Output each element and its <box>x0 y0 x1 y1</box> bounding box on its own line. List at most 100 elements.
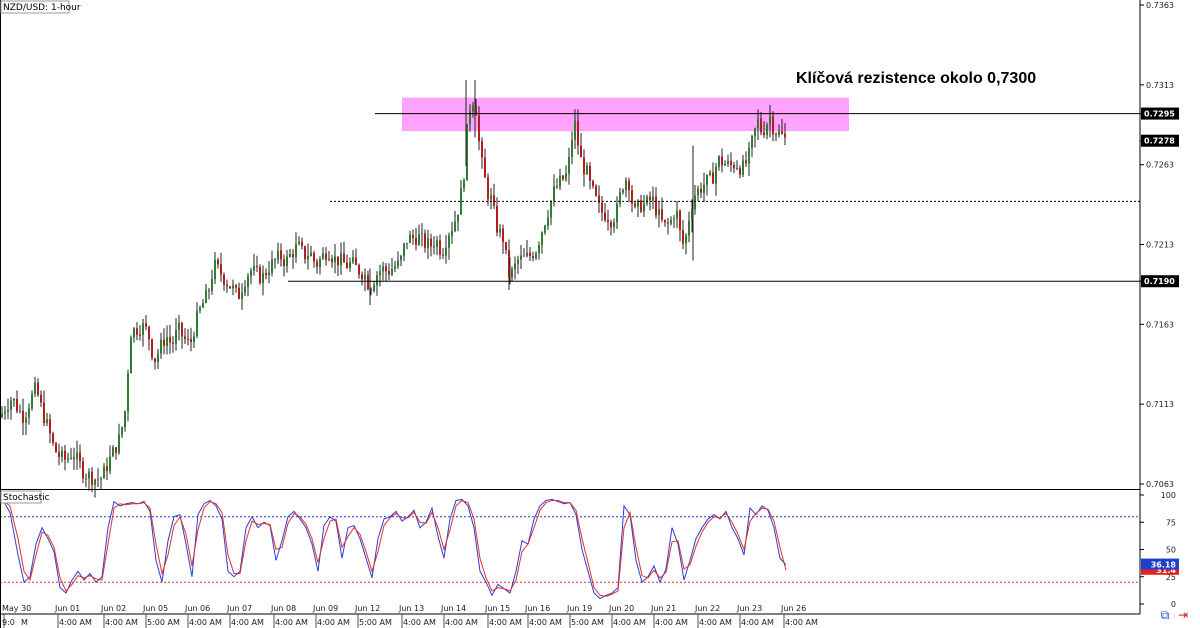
candle-body <box>175 329 177 344</box>
candle-body <box>292 253 294 258</box>
candle-body <box>157 353 159 363</box>
candle-body <box>136 328 138 335</box>
candle-body <box>433 246 435 248</box>
candle-body <box>763 132 765 136</box>
candle-body <box>28 408 30 418</box>
candle-body <box>766 125 768 136</box>
x-tick-time: 4:00 AM <box>655 618 688 627</box>
candle-body <box>385 266 387 272</box>
x-tick-date: Jun 09 <box>312 604 338 613</box>
candle-body <box>88 471 90 479</box>
candle-body <box>232 285 234 289</box>
candle-body <box>703 184 705 193</box>
candle-body <box>445 247 447 256</box>
candle-body <box>493 195 495 206</box>
candle-body <box>559 175 561 187</box>
candle-body <box>607 220 609 223</box>
link-icon[interactable]: ⧉ <box>1158 608 1172 622</box>
candle-body <box>748 147 750 164</box>
candle-body <box>604 212 606 221</box>
candle-body <box>571 139 573 157</box>
candle-body <box>97 479 99 481</box>
candle-body <box>577 120 579 146</box>
candle-body <box>319 258 321 267</box>
candle-body <box>373 285 375 292</box>
candle-body <box>238 287 240 299</box>
candle-body <box>289 253 291 257</box>
candle-body <box>163 339 165 346</box>
x-tick-time: 4:00 AM <box>489 618 522 627</box>
candle-body <box>397 260 399 267</box>
candle-body <box>574 120 576 140</box>
candle-body <box>274 259 276 261</box>
x-tick-time: 4:00 AM <box>105 618 138 627</box>
candle-body <box>562 175 564 180</box>
candle-body <box>634 203 636 207</box>
candle-body <box>124 411 126 428</box>
candle-body <box>538 245 540 254</box>
candle-body <box>73 457 75 459</box>
candle-body <box>586 165 588 175</box>
candle-body <box>400 256 402 261</box>
candle-body <box>82 461 84 479</box>
chart-title: NZD/USD: 1-hour <box>3 3 81 13</box>
x-tick-time: 5:00 AM <box>571 618 604 627</box>
x-first-label: 9:0 <box>2 618 15 627</box>
candle-body <box>280 250 282 260</box>
candle-body <box>643 203 645 212</box>
candle-body <box>214 259 216 280</box>
y-tick-label: 0.7213 <box>1146 241 1174 250</box>
candle-body <box>91 471 93 485</box>
candle-body <box>253 265 255 271</box>
candle-body <box>196 310 198 337</box>
stoch-tick-label: 50 <box>1166 546 1176 555</box>
candle-body <box>307 255 309 260</box>
candle-body <box>661 209 663 220</box>
candle-body <box>217 259 219 265</box>
candle-body <box>688 220 690 236</box>
candle-body <box>304 246 306 260</box>
y-tick-label: 0.7313 <box>1146 81 1174 90</box>
candle-body <box>109 456 111 472</box>
x-tick-date: Jun 07 <box>226 604 252 613</box>
candle-body <box>172 342 174 344</box>
candle-body <box>130 337 132 374</box>
candle-body <box>781 131 783 134</box>
candle-body <box>535 253 537 259</box>
candle-body <box>520 255 522 260</box>
candle-body <box>148 326 150 340</box>
candle-body <box>700 188 702 193</box>
price-tag-label: 0.7278 <box>1144 137 1175 146</box>
candle-body <box>349 262 351 269</box>
candle-body <box>436 240 438 248</box>
candle-body <box>331 258 333 263</box>
price-tag-label: 0.7295 <box>1144 110 1175 119</box>
candle-body <box>166 337 168 346</box>
candle-body <box>256 265 258 267</box>
x-tick-time: 4:00 AM <box>317 618 350 627</box>
candle-body <box>667 222 669 224</box>
candle-body <box>118 434 120 453</box>
candle-body <box>421 233 423 235</box>
candle-body <box>517 259 519 264</box>
price-tag-label: 0.7190 <box>1144 277 1175 286</box>
candle-body <box>613 222 615 228</box>
candle-body <box>334 256 336 263</box>
x-tick-date: Jun 05 <box>142 604 168 613</box>
candle-body <box>679 210 681 231</box>
candle-body <box>655 196 657 216</box>
x-tick-time: 4:00 AM <box>445 618 478 627</box>
y-tick-label: 0.7163 <box>1146 320 1174 329</box>
candle-body <box>568 156 570 174</box>
candle-body <box>151 339 153 359</box>
candle-body <box>49 419 51 434</box>
candle-body <box>553 186 555 202</box>
candle-body <box>664 219 666 223</box>
arrow-icon[interactable]: ⇥ <box>1176 608 1190 622</box>
candle-body <box>511 269 513 278</box>
candle-body <box>100 478 102 480</box>
price-chart[interactable]: 0.7363 0.7313 0.7295 0.7278 0.7263 0.7213 0.71… <box>0 0 1200 628</box>
candle-body <box>223 274 225 285</box>
candle-body <box>70 457 72 459</box>
candle-body <box>328 258 330 260</box>
